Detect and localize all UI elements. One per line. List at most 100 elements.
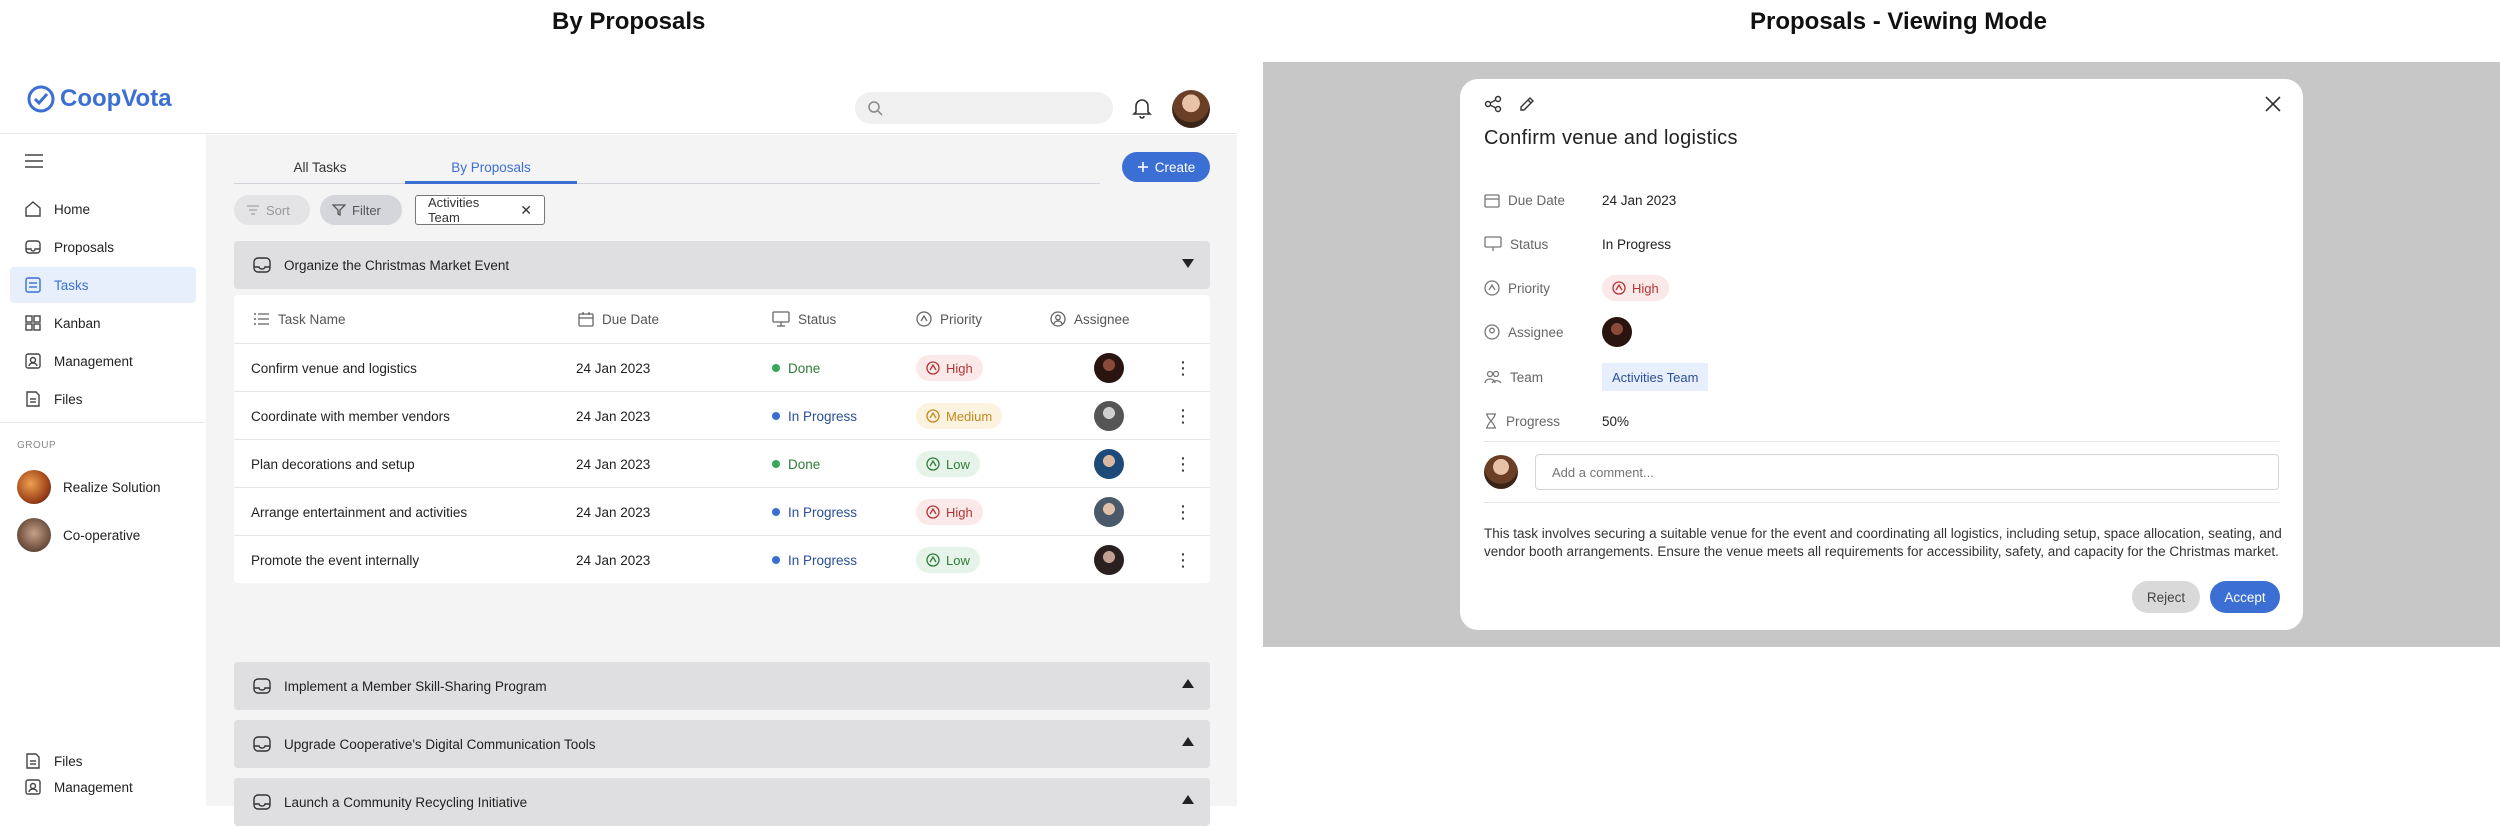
priority-text: Low	[946, 552, 970, 568]
status-cell: In Progress	[772, 392, 857, 440]
proposal-group-header[interactable]: Upgrade Cooperative's Digital Communicat…	[234, 720, 1210, 768]
assignee-avatar[interactable]	[1094, 449, 1124, 479]
due-date: 24 Jan 2023	[576, 392, 650, 440]
assignee-cell	[1094, 344, 1124, 392]
column-header-assignee: Assignee	[1050, 295, 1130, 343]
due-date: 24 Jan 2023	[576, 440, 650, 488]
field-label-wrap: Due Date	[1484, 192, 1602, 208]
sort-button[interactable]: Sort	[234, 195, 310, 225]
filter-button[interactable]: Filter	[320, 195, 402, 225]
group-avatar	[17, 470, 51, 504]
field-value: 50%	[1602, 413, 1630, 429]
column-label: Task Name	[278, 311, 346, 327]
close-button[interactable]	[2265, 96, 2281, 117]
assignee-cell	[1094, 440, 1124, 488]
status-cell: In Progress	[772, 536, 857, 584]
proposal-group-header[interactable]: Launch a Community Recycling Initiative	[234, 778, 1210, 826]
reject-button[interactable]: Reject	[2132, 581, 2200, 613]
tab-by-proposals[interactable]: By Proposals	[405, 160, 577, 175]
priority-icon	[916, 311, 932, 327]
sidebar-item-files[interactable]: Files	[10, 381, 196, 417]
row-menu-button[interactable]: ⋮	[1174, 344, 1192, 392]
search-input[interactable]	[855, 92, 1113, 124]
field-label: Team	[1510, 369, 1544, 385]
group-item-label: Realize Solution	[63, 479, 161, 495]
row-menu-button[interactable]: ⋮	[1174, 536, 1192, 584]
group-avatar	[17, 518, 51, 552]
assignee-avatar[interactable]	[1094, 353, 1124, 383]
group-item-realize-solution[interactable]: Realize Solution	[17, 470, 161, 504]
status-dot	[772, 556, 780, 564]
field-label: Status	[1510, 236, 1549, 252]
sidebar-item-management[interactable]: Management	[10, 343, 196, 379]
logo-icon	[27, 85, 55, 113]
table-row[interactable]: Promote the event internally 24 Jan 2023 I…	[234, 535, 1210, 583]
sidebar-item-tasks[interactable]: Tasks	[10, 267, 196, 303]
sidebar-item-files-bottom[interactable]: Files	[10, 743, 196, 779]
notifications-button[interactable]	[1132, 97, 1152, 124]
app-logo[interactable]: CoopVota	[26, 84, 172, 114]
status-icon	[772, 311, 790, 327]
edit-button[interactable]	[1518, 95, 1536, 118]
proposal-group-header[interactable]: Implement a Member Skill-Sharing Program	[234, 662, 1210, 710]
sidebar-item-label: Management	[54, 779, 133, 795]
sidebar-item-kanban[interactable]: Kanban	[10, 305, 196, 341]
priority-cell: Low	[916, 440, 980, 488]
status-text: In Progress	[788, 408, 858, 424]
column-label: Assignee	[1074, 311, 1130, 327]
assignee-avatar[interactable]	[1602, 317, 1632, 347]
field-progress: Progress 50%	[1484, 406, 1629, 436]
tab-all-tasks[interactable]: All Tasks	[234, 160, 406, 175]
chevron-up-icon[interactable]	[1182, 679, 1194, 688]
proposal-group-title: Implement a Member Skill-Sharing Program	[284, 678, 547, 694]
close-icon[interactable]: ✕	[520, 202, 532, 219]
chevron-up-icon[interactable]	[1182, 737, 1194, 746]
commenter-avatar	[1484, 455, 1518, 489]
sidebar-item-home[interactable]: Home	[10, 191, 196, 227]
proposal-group-title: Organize the Christmas Market Event	[284, 257, 510, 273]
row-menu-button[interactable]: ⋮	[1174, 392, 1192, 440]
priority-text: Low	[946, 456, 970, 472]
sort-label: Sort	[266, 202, 290, 218]
create-button[interactable]: Create	[1122, 152, 1210, 182]
user-avatar[interactable]	[1172, 90, 1210, 128]
app-name: CoopVota	[60, 85, 172, 112]
pencil-icon	[1520, 97, 1534, 111]
assignee-avatar[interactable]	[1094, 545, 1124, 575]
menu-icon[interactable]	[24, 153, 44, 174]
task-description: This task involves securing a suitable v…	[1484, 526, 2282, 559]
priority-badge: Low	[916, 451, 980, 477]
priority-icon	[926, 457, 940, 471]
status-dot	[772, 508, 780, 516]
table-row[interactable]: Arrange entertainment and activities 24 J…	[234, 487, 1210, 535]
proposals-icon	[253, 257, 271, 273]
assignee-avatar[interactable]	[1094, 497, 1124, 527]
task-name: Coordinate with member vendors	[251, 392, 450, 440]
row-menu-button[interactable]: ⋮	[1174, 440, 1192, 488]
more-vertical-icon: ⋮	[1174, 550, 1192, 570]
proposal-group-title: Launch a Community Recycling Initiative	[284, 794, 528, 810]
assignee-avatar[interactable]	[1094, 401, 1124, 431]
accept-button[interactable]: Accept	[2210, 581, 2280, 613]
share-button[interactable]	[1484, 95, 1502, 118]
priority-badge: Medium	[916, 403, 1003, 429]
group-item-co-operative[interactable]: Co-operative	[17, 518, 140, 552]
chevron-down-icon[interactable]	[1182, 259, 1194, 268]
chevron-up-icon[interactable]	[1182, 795, 1194, 804]
priority-icon	[1612, 281, 1626, 295]
proposal-group-header[interactable]: Organize the Christmas Market Event	[234, 241, 1210, 289]
comment-input[interactable]	[1535, 454, 2279, 490]
row-menu-button[interactable]: ⋮	[1174, 488, 1192, 536]
column-label: Due Date	[602, 311, 660, 327]
tab-bar: All Tasks By Proposals	[234, 150, 1100, 184]
table-row[interactable]: Coordinate with member vendors 24 Jan 202…	[234, 391, 1210, 439]
sidebar-item-proposals[interactable]: Proposals	[10, 229, 196, 265]
table-row[interactable]: Plan decorations and setup 24 Jan 2023 Don…	[234, 439, 1210, 487]
filter-label: Filter	[352, 202, 381, 218]
sidebar-item-label: Kanban	[54, 315, 101, 331]
tasks-table: Task Name Due Date Status Priority Assig…	[234, 295, 1210, 583]
table-row[interactable]: Confirm venue and logistics 24 Jan 2023 Do…	[234, 343, 1210, 391]
plus-icon	[1137, 162, 1148, 172]
management-icon	[25, 779, 41, 795]
assignee-cell	[1094, 536, 1124, 584]
